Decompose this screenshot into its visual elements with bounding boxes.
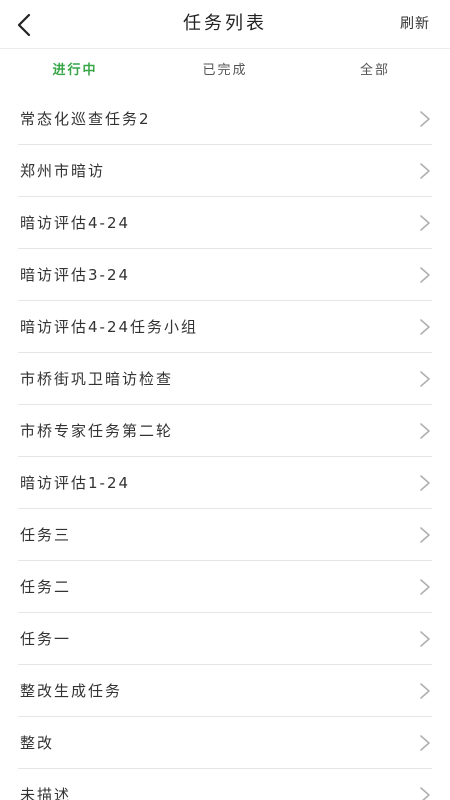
page-title: 任务列表 bbox=[183, 13, 267, 34]
chevron-right-icon bbox=[420, 318, 430, 335]
task-title: 整改 bbox=[20, 734, 55, 752]
task-list-item[interactable]: 任务三 bbox=[18, 509, 432, 561]
chevron-right-icon bbox=[420, 110, 430, 127]
task-title: 暗访评估3-24 bbox=[20, 266, 131, 284]
task-list-item[interactable]: 任务一 bbox=[18, 613, 432, 665]
task-title: 市桥街巩卫暗访检查 bbox=[20, 370, 174, 388]
task-title: 暗访评估4-24任务小组 bbox=[20, 318, 199, 336]
chevron-right-icon bbox=[420, 266, 430, 283]
chevron-right-icon bbox=[420, 630, 430, 647]
task-list: 常态化巡查任务2 郑州市暗访暗访评估4-24 暗访评估3-24 暗访评估4-24任务小… bbox=[18, 93, 432, 800]
chevron-right-icon bbox=[420, 578, 430, 595]
task-title: 整改生成任务 bbox=[20, 682, 123, 700]
task-title: 暗访评估1-24 bbox=[20, 474, 131, 492]
task-title: 市桥专家任务第二轮 bbox=[20, 422, 174, 440]
refresh-button[interactable]: 刷新 bbox=[400, 0, 430, 48]
chevron-right-icon bbox=[420, 214, 430, 231]
tab-completed[interactable]: 已完成 bbox=[150, 49, 300, 93]
task-list-item[interactable]: 郑州市暗访 bbox=[18, 145, 432, 197]
task-list-item[interactable]: 暗访评估1-24 bbox=[18, 457, 432, 509]
task-list-item[interactable]: 整改 bbox=[18, 717, 432, 769]
task-title: 任务二 bbox=[20, 578, 72, 596]
chevron-right-icon bbox=[420, 734, 430, 751]
task-list-item[interactable]: 暗访评估3-24 bbox=[18, 249, 432, 301]
task-list-item[interactable]: 暗访评估4-24 bbox=[18, 197, 432, 249]
task-list-item[interactable]: 未描述 bbox=[18, 769, 432, 800]
chevron-right-icon bbox=[420, 526, 430, 543]
task-title: 常态化巡查任务2 bbox=[20, 110, 151, 128]
chevron-right-icon bbox=[420, 682, 430, 699]
task-title: 任务三 bbox=[20, 526, 72, 544]
tab-all[interactable]: 全部 bbox=[300, 49, 450, 93]
chevron-right-icon bbox=[420, 422, 430, 439]
task-list-item[interactable]: 任务二 bbox=[18, 561, 432, 613]
app-header: 任务列表 刷新 bbox=[0, 0, 450, 49]
task-list-item[interactable]: 市桥街巩卫暗访检查 bbox=[18, 353, 432, 405]
task-list-item[interactable]: 常态化巡查任务2 bbox=[18, 93, 432, 145]
chevron-right-icon bbox=[420, 162, 430, 179]
chevron-right-icon bbox=[420, 370, 430, 387]
task-title: 郑州市暗访 bbox=[20, 162, 106, 180]
chevron-right-icon bbox=[420, 786, 430, 800]
task-list-item[interactable]: 整改生成任务 bbox=[18, 665, 432, 717]
task-title: 任务一 bbox=[20, 630, 72, 648]
task-title: 未描述 bbox=[20, 786, 72, 800]
chevron-right-icon bbox=[420, 474, 430, 491]
task-list-item[interactable]: 市桥专家任务第二轮 bbox=[18, 405, 432, 457]
task-title: 暗访评估4-24 bbox=[20, 214, 131, 232]
tab-in-progress[interactable]: 进行中 bbox=[0, 49, 150, 93]
task-list-item[interactable]: 暗访评估4-24任务小组 bbox=[18, 301, 432, 353]
status-tabs: 进行中 已完成 全部 bbox=[0, 49, 450, 93]
